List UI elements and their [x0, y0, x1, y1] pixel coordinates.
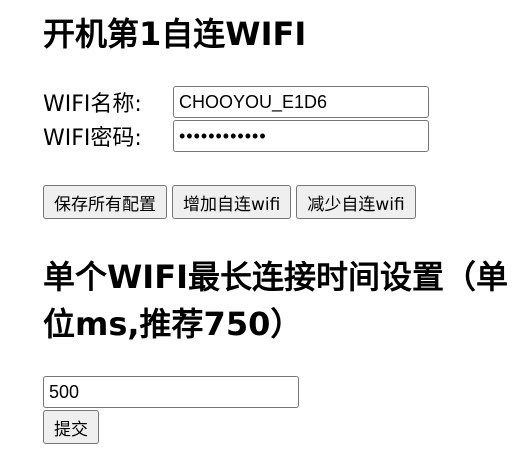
- timeout-input[interactable]: [43, 376, 299, 408]
- wifi-name-label: WIFI名称:: [43, 92, 142, 117]
- timeout-section-title: 单个WIFI最长连接时间设置（单位ms,推荐750）: [43, 258, 508, 343]
- add-wifi-button[interactable]: 增加自连wifi: [172, 185, 292, 219]
- action-buttons: 保存所有配置 增加自连wifi 减少自连wifi: [43, 185, 416, 219]
- wifi-password-row: WIFI密码:: [43, 120, 429, 152]
- wifi-password-input[interactable]: [173, 120, 429, 152]
- remove-wifi-button[interactable]: 减少自连wifi: [296, 185, 416, 219]
- page-title: 开机第1自连WIFI: [43, 15, 307, 53]
- wifi-name-row: WIFI名称:: [43, 86, 429, 118]
- submit-button[interactable]: 提交: [43, 410, 99, 444]
- wifi-password-label: WIFI密码:: [43, 126, 142, 151]
- wifi-name-input[interactable]: [173, 86, 429, 118]
- save-all-button[interactable]: 保存所有配置: [43, 185, 167, 219]
